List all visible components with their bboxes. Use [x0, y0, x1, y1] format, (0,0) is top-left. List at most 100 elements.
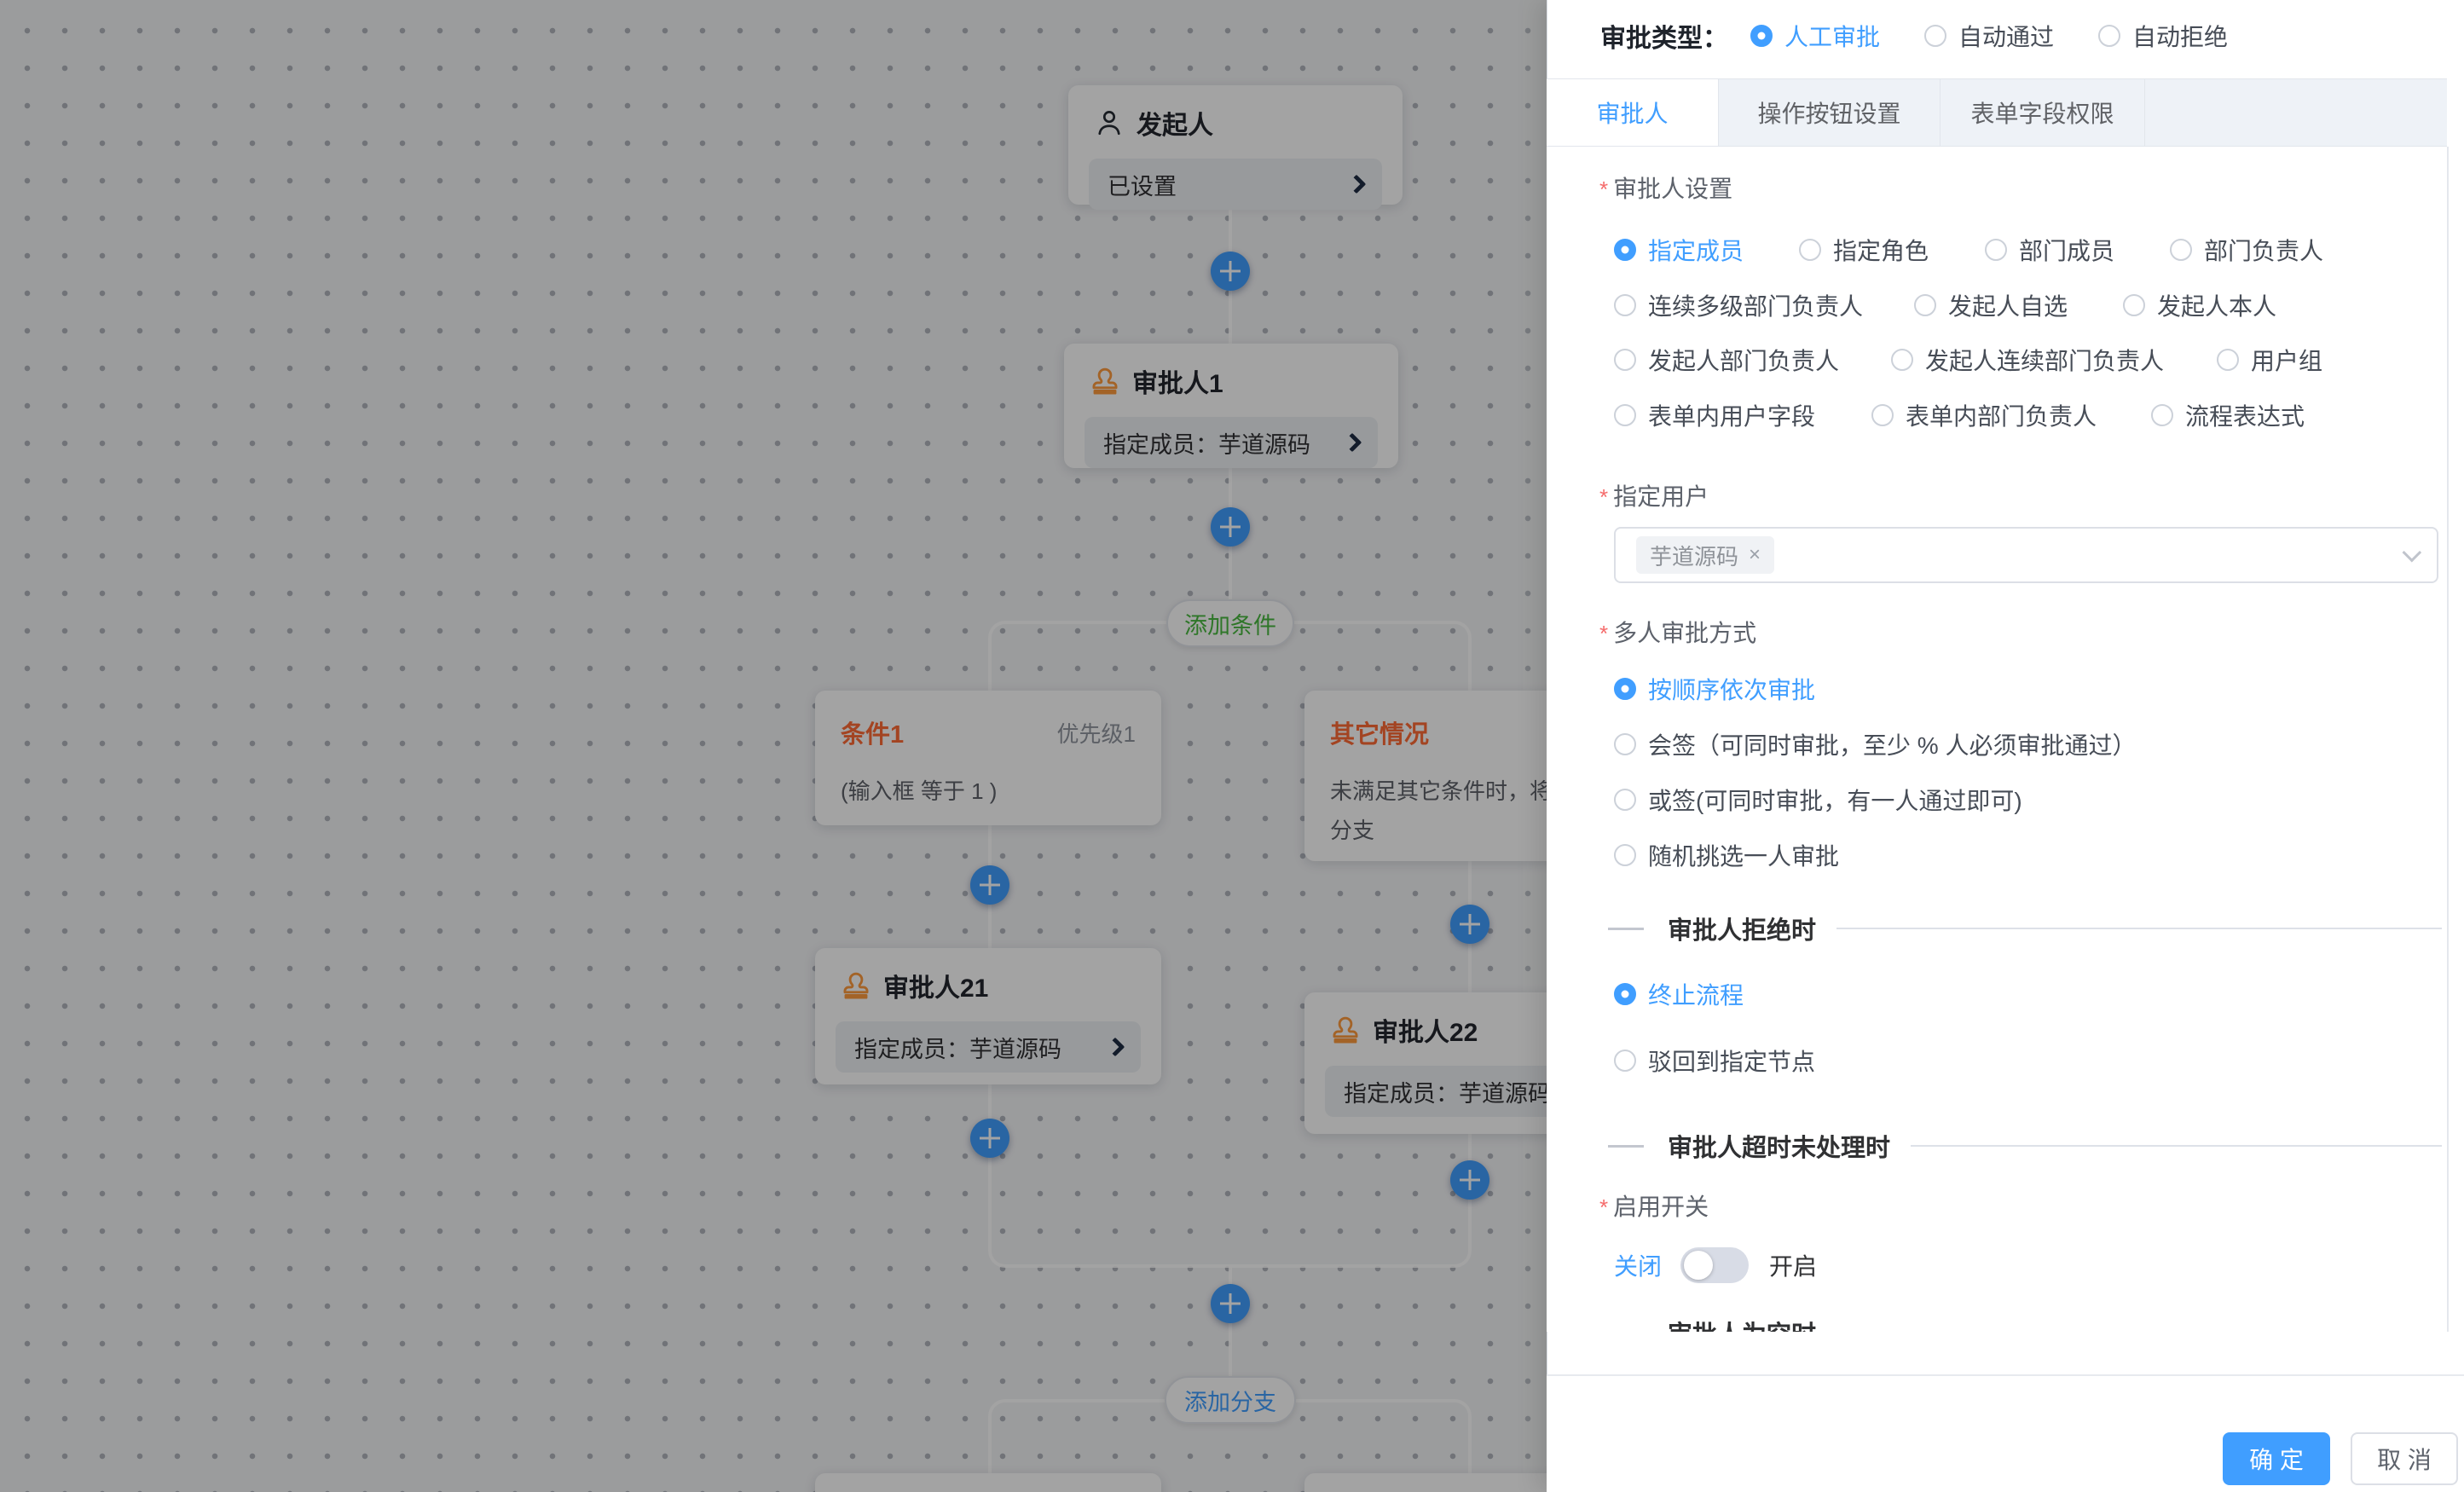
radio-icon[interactable] — [1750, 25, 1773, 47]
radio-icon[interactable] — [1614, 239, 1636, 261]
approver-option-8[interactable]: 发起人连续部门负责人 — [1891, 343, 2164, 377]
approver-option-12[interactable]: 流程表达式 — [2151, 398, 2305, 432]
add-node-button[interactable] — [970, 865, 1009, 905]
approver-option-6[interactable]: 发起人本人 — [2123, 288, 2276, 322]
node-approver1-summary[interactable]: 指定成员：芋道源码 — [1085, 417, 1378, 468]
switch-off-label[interactable]: 关闭 — [1614, 1248, 1662, 1282]
assign-user-label: *指定用户 — [1599, 478, 1709, 512]
multi-mode-option-0[interactable]: 按顺序依次审批 — [1614, 672, 1815, 706]
add-node-button[interactable] — [1211, 252, 1250, 291]
person-icon — [1094, 107, 1125, 138]
node-condition-else[interactable]: 其它情况 优先级2 未满足其它条件时，将进入此分支 — [1304, 691, 1547, 861]
radio-icon[interactable] — [1614, 844, 1636, 866]
add-condition-button[interactable]: 添加条件 — [1166, 599, 1294, 647]
tab-action-buttons[interactable]: 操作按钮设置 — [1719, 79, 1941, 146]
node-approver21[interactable]: 审批人21 指定成员：芋道源码 — [815, 948, 1161, 1084]
condition-priority: 优先级1 — [1057, 717, 1136, 749]
add-node-button[interactable] — [1450, 905, 1489, 944]
divider-dash — [1608, 1332, 1644, 1333]
parallel-title: 并行1 — [841, 1487, 904, 1492]
approver-option-4[interactable]: 连续多级部门负责人 — [1614, 288, 1863, 322]
radio-icon[interactable] — [1891, 349, 1913, 371]
tab-form-field-permission[interactable]: 表单字段权限 — [1941, 79, 2145, 146]
add-condition-label: 添加条件 — [1184, 607, 1276, 640]
approver-option-11[interactable]: 表单内部门负责人 — [1871, 398, 2097, 432]
node-approver1[interactable]: 审批人1 指定成员：芋道源码 — [1064, 344, 1398, 468]
approver-option-1[interactable]: 指定角色 — [1799, 233, 1929, 267]
multi-mode-option-3[interactable]: 随机挑选一人审批 — [1614, 838, 1839, 872]
reject-section-divider: 审批人拒绝时 — [1608, 911, 2442, 946]
approver-option-2[interactable]: 部门成员 — [1985, 233, 2114, 267]
approval-type-label: 审批类型： — [1600, 17, 1728, 55]
node-approver22-summary[interactable]: 指定成员：芋道源码 — [1325, 1066, 1547, 1117]
radio-icon[interactable] — [1799, 239, 1821, 261]
approver-option-5[interactable]: 发起人自选 — [1914, 288, 2068, 322]
add-node-button[interactable] — [1450, 1160, 1489, 1200]
node-initiator[interactable]: 发起人 已设置 — [1068, 85, 1403, 205]
multi-mode-option-2[interactable]: 或签(可同时审批，有一人通过即可) — [1614, 783, 2022, 817]
radio-icon[interactable] — [1614, 733, 1636, 755]
divider-line — [1836, 928, 2442, 929]
assign-user-select[interactable]: 芋道源码 × — [1614, 527, 2438, 583]
add-node-button[interactable] — [1211, 1284, 1250, 1323]
add-node-button[interactable] — [970, 1119, 1009, 1158]
enable-toggle[interactable] — [1680, 1247, 1749, 1283]
node-parallel1[interactable]: 并行1 无优先级 — [815, 1473, 1161, 1492]
add-branch-button[interactable]: 添加分支 — [1165, 1376, 1296, 1424]
radio-icon[interactable] — [1871, 404, 1894, 426]
radio-icon[interactable] — [1614, 678, 1636, 700]
switch-on-label[interactable]: 开启 — [1769, 1248, 1817, 1282]
radio-icon[interactable] — [2217, 349, 2239, 371]
node-initiator-summary[interactable]: 已设置 — [1089, 159, 1382, 210]
scrollbar-track[interactable] — [2447, 147, 2449, 1332]
node-approver21-header: 审批人21 — [815, 948, 1161, 1016]
parallel-priority: 无优先级 — [1047, 1489, 1136, 1492]
multi-mode-option-1[interactable]: 会签（可同时审批，至少 % 人必须审批通过） — [1614, 727, 2136, 761]
approver-option-10[interactable]: 表单内用户字段 — [1614, 398, 1815, 432]
settings-scroll-area[interactable]: *审批人设置 指定成员 指定角色 部门成员 部门负责人 连续多级部门负责人 发起… — [1547, 147, 2464, 1332]
add-node-button[interactable] — [1211, 507, 1250, 546]
reject-option-1[interactable]: 驳回到指定节点 — [1614, 1044, 1815, 1078]
enable-switch-row: 关闭 开启 — [1614, 1246, 1817, 1284]
radio-icon[interactable] — [1614, 983, 1636, 1005]
tag-close-icon[interactable]: × — [1749, 543, 1761, 567]
radio-icon[interactable] — [1914, 294, 1936, 316]
node-approver22[interactable]: 审批人22 指定成员：芋道源码 — [1304, 992, 1547, 1134]
radio-icon[interactable] — [1614, 404, 1636, 426]
merge-line — [988, 1221, 1230, 1268]
stamp-icon — [1330, 1015, 1361, 1045]
approver-option-7[interactable]: 发起人部门负责人 — [1614, 343, 1839, 377]
settings-tabbar: 审批人 操作按钮设置 表单字段权限 — [1547, 78, 2447, 147]
node-title: 审批人1 — [1132, 362, 1223, 400]
approval-type-option-auto-approve[interactable]: 自动通过 — [1924, 19, 2054, 53]
flow-canvas[interactable]: 发起人 已设置 审批人1 指定成员：芋道源码 — [0, 0, 1547, 1492]
radio-icon[interactable] — [1614, 349, 1636, 371]
condition-header: 其它情况 优先级2 — [1304, 691, 1547, 750]
reject-option-0[interactable]: 终止流程 — [1614, 977, 1744, 1011]
confirm-button[interactable]: 确 定 — [2223, 1432, 2330, 1485]
approver-option-9[interactable]: 用户组 — [2217, 343, 2322, 377]
node-approver21-summary[interactable]: 指定成员：芋道源码 — [836, 1021, 1141, 1073]
radio-icon[interactable] — [1614, 789, 1636, 811]
node-condition1[interactable]: 条件1 优先级1 (输入框 等于 1 ) — [815, 691, 1161, 825]
radio-icon[interactable] — [2151, 404, 2173, 426]
summary-text: 指定成员：芋道源码 — [1103, 426, 1310, 460]
approval-type-option-manual[interactable]: 人工审批 — [1750, 19, 1880, 53]
tab-approver[interactable]: 审批人 — [1547, 79, 1719, 146]
radio-icon[interactable] — [1614, 1050, 1636, 1072]
radio-icon[interactable] — [2098, 25, 2120, 47]
radio-icon[interactable] — [2123, 294, 2145, 316]
cancel-button[interactable]: 取 消 — [2351, 1432, 2458, 1485]
node-parallel2[interactable]: 并行2 无优先级 — [1304, 1473, 1547, 1492]
parallel-title: 并行2 — [1330, 1487, 1393, 1492]
connector-line — [1468, 1449, 1472, 1476]
radio-icon[interactable] — [1985, 239, 2007, 261]
approval-type-option-auto-reject[interactable]: 自动拒绝 — [2098, 19, 2228, 53]
radio-icon[interactable] — [2170, 239, 2192, 261]
empty-section-divider: 审批人为空时 — [1608, 1315, 2442, 1332]
condition-body: 未满足其它条件时，将进入此分支 — [1304, 750, 1547, 850]
approver-option-3[interactable]: 部门负责人 — [2170, 233, 2323, 267]
radio-icon[interactable] — [1614, 294, 1636, 316]
radio-icon[interactable] — [1924, 25, 1946, 47]
approver-option-0[interactable]: 指定成员 — [1614, 233, 1744, 267]
